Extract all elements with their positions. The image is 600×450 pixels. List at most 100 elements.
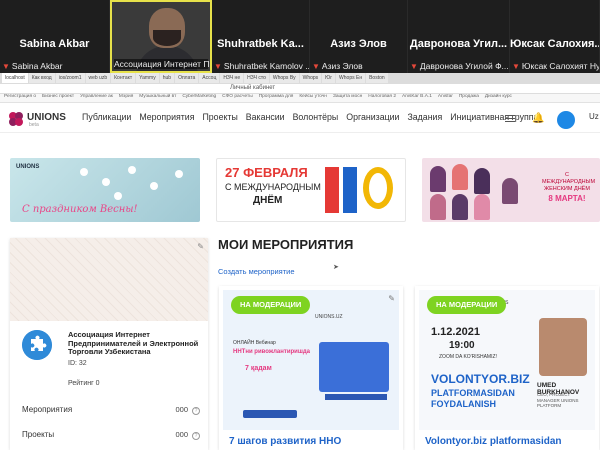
bookmark-item[interactable]: Мэрия bbox=[119, 94, 133, 102]
speaker-photo bbox=[539, 318, 587, 376]
stat-value: 000 bbox=[175, 430, 188, 439]
bookmark-item[interactable]: Управление ак bbox=[80, 94, 113, 102]
bookmark-item[interactable]: AnisKar В.А.1 bbox=[402, 94, 432, 102]
banner-big-text: 8 МАРТА! bbox=[548, 194, 586, 203]
banner-nno-day[interactable]: 27 ФЕВРАЛЯ С МЕЖДУНАРОДНЫМ ДНЁМ bbox=[216, 158, 406, 222]
hamburger-menu-icon[interactable] bbox=[505, 115, 515, 122]
address-text: Личный кабинет bbox=[230, 85, 276, 91]
main-menu: Публикации Мероприятия Проекты Вакансии … bbox=[82, 112, 538, 122]
event-title[interactable]: Volontyor.biz platformasidan bbox=[425, 436, 562, 447]
browser-tab[interactable]: НЗЧ сто bbox=[244, 73, 269, 83]
poster-subline: PLATFORMASIDAN FOYDALANISH bbox=[431, 388, 515, 409]
section-title: МОИ МЕРОПРИЯТИЯ bbox=[218, 237, 354, 252]
banner-march-8[interactable]: С МЕЖДУНАРОДНЫМ ЖЕНСКИМ ДНЁМ 8 МАРТА! bbox=[422, 158, 600, 222]
nav-item-tasks[interactable]: Задания bbox=[407, 112, 442, 122]
address-bar[interactable]: Личный кабинет bbox=[0, 84, 600, 94]
participant-tile[interactable]: Давронова Угил... ▼ Давронова Угилой Ф... bbox=[408, 0, 510, 73]
bookmark-item[interactable]: CyberMarketing bbox=[182, 94, 216, 102]
status-badge: НА МОДЕРАЦИИ bbox=[427, 296, 507, 314]
participant-label: Юксак Салохият Ну... bbox=[521, 61, 600, 71]
site-logo[interactable]: UNIONS beta bbox=[8, 109, 66, 129]
browser-tab[interactable]: hub bbox=[159, 73, 175, 83]
participant-tile-active-speaker[interactable]: Ассоциация Интернет П... bbox=[110, 0, 212, 73]
bookmark-item[interactable]: Музыкальный вт bbox=[139, 94, 176, 102]
bookmark-item[interactable]: Anisfar bbox=[438, 94, 453, 102]
event-card[interactable]: UNIONS 1.12.2021 19:00 ZOOM DA KO'RISHAM… bbox=[415, 286, 599, 450]
edit-icon[interactable]: ✎ bbox=[197, 242, 204, 251]
participant-label: Sabina Akbar bbox=[11, 61, 63, 71]
site-navbar: UNIONS beta Публикации Мероприятия Проек… bbox=[0, 103, 600, 133]
browser-tab[interactable]: Whops bbox=[299, 73, 322, 83]
bookmark-item[interactable]: Продажа bbox=[459, 94, 479, 102]
stat-value: 000 bbox=[175, 405, 188, 414]
banner-spring[interactable]: UNIONS С праздником Весны! bbox=[10, 158, 200, 222]
browser-tab[interactable]: Whops Ен bbox=[336, 73, 366, 83]
bell-icon[interactable]: 🔔 bbox=[532, 113, 544, 124]
bookmark-item[interactable]: Регистрация о bbox=[4, 94, 36, 102]
participant-tile[interactable]: Азиз Элов ▼ Азиз Элов bbox=[310, 0, 408, 73]
mic-muted-icon: ▼ bbox=[410, 61, 418, 71]
help-icon[interactable]: ? bbox=[192, 407, 200, 415]
user-avatar[interactable] bbox=[557, 111, 575, 129]
banner-text: С МЕЖДУНАРОДНЫМ ЖЕНСКИМ ДНЁМ bbox=[542, 172, 596, 192]
browser-tab[interactable]: Оплата bbox=[175, 73, 199, 83]
nav-item-vacancies[interactable]: Вакансии bbox=[246, 112, 285, 122]
participant-tile[interactable]: Sabina Akbar ▼ Sabina Akbar bbox=[0, 0, 110, 73]
browser-tab[interactable]: Boston bbox=[366, 73, 388, 83]
event-card[interactable]: UNIONS.UZ ОНЛАЙН Вебинар ННТни ривожлант… bbox=[219, 286, 403, 450]
user-initial[interactable]: Uz bbox=[589, 112, 599, 121]
participant-label: Азиз Элов bbox=[321, 61, 363, 71]
bookmark-item[interactable]: Налоговая 2 bbox=[368, 94, 396, 102]
participant-label: Давронова Угилой Ф... bbox=[419, 61, 509, 71]
participant-tile[interactable]: Shuhratbek Ka... ▼ Shuhratbek Kamolov ... bbox=[212, 0, 310, 73]
organization-id: ID: 32 bbox=[68, 360, 87, 367]
bookmark-item[interactable]: Бизнес проект bbox=[42, 94, 74, 102]
bookmark-item[interactable]: Защита мосн bbox=[333, 94, 362, 102]
edit-icon[interactable]: ✎ bbox=[388, 294, 395, 303]
participant-name: Sabina Akbar bbox=[19, 38, 90, 50]
banner-line1: С МЕЖДУНАРОДНЫМ bbox=[225, 182, 321, 192]
nav-item-volunteers[interactable]: Волонтёры bbox=[293, 112, 339, 122]
participant-name: Юксак Салохия... bbox=[510, 38, 599, 50]
bookmark-item[interactable]: Программа для bbox=[259, 94, 294, 102]
org-stat-projects[interactable]: Проекты 000? bbox=[22, 430, 200, 440]
organization-rating: Рейтинг 0 bbox=[68, 380, 100, 387]
poster-line1: ОНЛАЙН Вебинар bbox=[233, 340, 276, 346]
nav-item-organizations[interactable]: Организации bbox=[346, 112, 399, 122]
browser-tab[interactable]: Как вход bbox=[28, 73, 55, 83]
browser-tab[interactable]: localhost bbox=[2, 73, 28, 83]
mic-muted-icon: ▼ bbox=[214, 61, 222, 71]
browser-tab[interactable]: web uzb bbox=[85, 73, 111, 83]
bookmark-item[interactable]: Дизайн курс bbox=[485, 94, 512, 102]
event-title[interactable]: 7 шагов развития ННО bbox=[229, 436, 341, 447]
nav-item-publications[interactable]: Публикации bbox=[82, 112, 131, 122]
organization-card: ✎ Ассоциация Интернет Предпринимателей и… bbox=[10, 238, 208, 450]
participant-label: Shuhratbek Kamolov ... bbox=[223, 61, 310, 71]
browser-tab[interactable]: Yammy bbox=[136, 73, 159, 83]
browser-tab[interactable]: Контакт bbox=[111, 73, 136, 83]
nav-item-projects[interactable]: Проекты bbox=[202, 112, 237, 122]
help-icon[interactable]: ? bbox=[192, 432, 200, 440]
create-event-link[interactable]: Создать мероприятие bbox=[218, 267, 295, 276]
browser-tab[interactable]: ios/zoom1 bbox=[55, 73, 85, 83]
poster-line2: ННТни ривожлантиришда bbox=[233, 349, 311, 355]
nno-letter-shape bbox=[325, 167, 339, 213]
nav-item-initiative-group[interactable]: Инициативная группа bbox=[450, 112, 538, 122]
browser-tab[interactable]: Whops Ву bbox=[269, 73, 299, 83]
mic-muted-icon: ▼ bbox=[2, 61, 10, 71]
browser-tab-strip: localhost Как вход ios/zoom1 web uzb Контакт… bbox=[0, 73, 600, 84]
bookmark-item[interactable]: Кейсы уточн bbox=[299, 94, 327, 102]
participant-name: Азиз Элов bbox=[330, 38, 387, 50]
nav-item-events[interactable]: Мероприятия bbox=[139, 112, 194, 122]
org-stat-events[interactable]: Мероприятия 000? bbox=[22, 405, 200, 415]
bookmark-item[interactable]: СФО расчеты bbox=[222, 94, 253, 102]
poster-brand: UNIONS.UZ bbox=[315, 314, 343, 320]
browser-tab[interactable]: НЗЧ не bbox=[220, 73, 244, 83]
poster-headline: VOLONTYOR.BIZ bbox=[431, 372, 530, 386]
poster-date: 1.12.2021 bbox=[431, 326, 480, 338]
participant-tile[interactable]: Юксак Салохия... ▼ Юксак Салохият Ну... bbox=[510, 0, 600, 73]
video-call-strip: Sabina Akbar ▼ Sabina Akbar Ассоциация Ин… bbox=[0, 0, 600, 73]
browser-tab[interactable]: Юг bbox=[322, 73, 336, 83]
logo-tagline: beta bbox=[29, 122, 39, 128]
browser-tab[interactable]: Ассоц bbox=[199, 73, 220, 83]
